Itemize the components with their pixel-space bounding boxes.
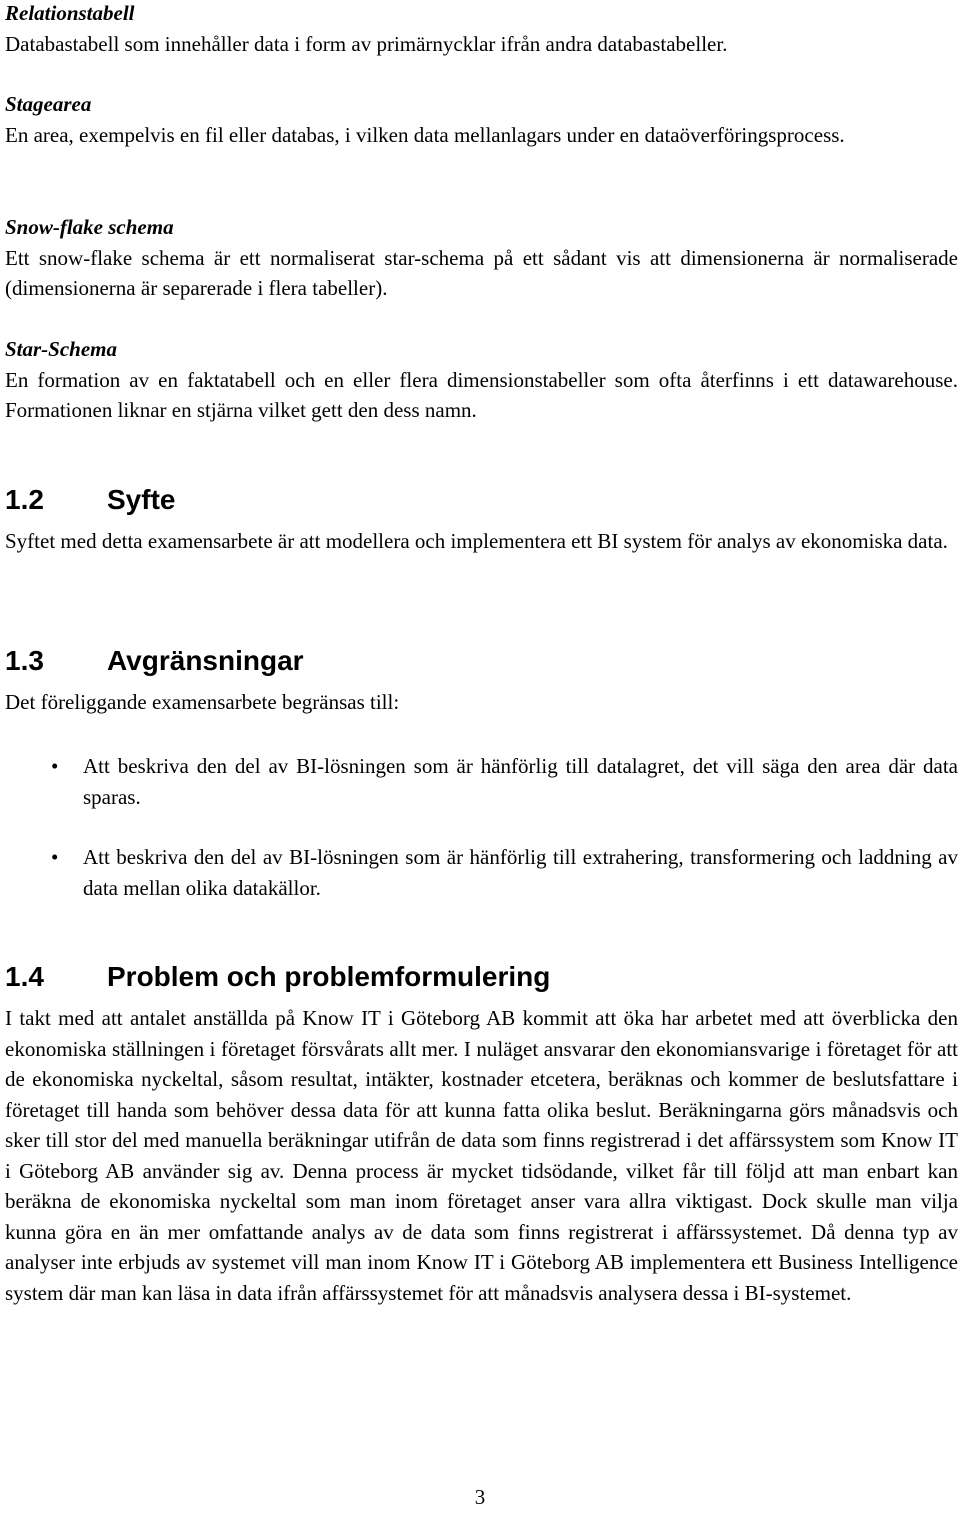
glossary-term: Stagearea bbox=[5, 92, 92, 116]
glossary-term: Relationstabell bbox=[5, 1, 135, 25]
glossary-entry-snow-flake: Snow-flake schema Ett snow-flake schema … bbox=[5, 212, 958, 304]
glossary-definition: Databastabell som innehåller data i form… bbox=[5, 31, 728, 56]
section-body-problem: I takt med att antalet anställda på Know… bbox=[5, 1003, 958, 1308]
section-title: Syfte bbox=[107, 484, 176, 515]
section-number: 1.3 bbox=[5, 645, 44, 676]
section-heading-avgransningar: 1.3 Avgränsningar bbox=[5, 645, 304, 677]
glossary-definition: En area, exempelvis en fil eller databas… bbox=[5, 122, 845, 147]
list-item: • Att beskriva den del av BI-lösningen s… bbox=[51, 842, 958, 903]
glossary-definition: En formation av en faktatabell och en el… bbox=[5, 367, 958, 423]
section-body-syfte: Syftet med detta examensarbete är att mo… bbox=[5, 526, 958, 557]
paragraph: Syftet med detta examensarbete är att mo… bbox=[5, 529, 948, 553]
paragraph: I takt med att antalet anställda på Know… bbox=[5, 1006, 958, 1305]
glossary-definition: Ett snow-flake schema är ett normalisera… bbox=[5, 245, 958, 301]
section-intro-avgransningar: Det föreliggande examensarbete begränsas… bbox=[5, 687, 958, 718]
glossary-entry-stagearea: Stagearea En area, exempelvis en fil ell… bbox=[5, 89, 958, 150]
paragraph: Det föreliggande examensarbete begränsas… bbox=[5, 690, 400, 714]
section-title: Avgränsningar bbox=[107, 645, 304, 676]
glossary-term: Snow-flake schema bbox=[5, 215, 174, 239]
glossary-entry-relationstabell: Relationstabell Databastabell som innehå… bbox=[5, 0, 958, 59]
section-title: Problem och problemformulering bbox=[107, 961, 551, 992]
list-item: • Att beskriva den del av BI-lösningen s… bbox=[51, 751, 958, 812]
list-item-text: Att beskriva den del av BI-lösningen som… bbox=[83, 754, 958, 809]
bullet-icon: • bbox=[51, 845, 59, 869]
glossary-entry-star-schema: Star-Schema En formation av en faktatabe… bbox=[5, 334, 958, 426]
list-item-text: Att beskriva den del av BI-lösningen som… bbox=[83, 845, 958, 900]
section-number: 1.4 bbox=[5, 961, 44, 992]
section-heading-problem: 1.4 Problem och problemformulering bbox=[5, 961, 550, 993]
section-heading-syfte: 1.2 Syfte bbox=[5, 484, 175, 516]
glossary-term: Star-Schema bbox=[5, 337, 118, 361]
bullet-icon: • bbox=[51, 754, 59, 778]
section-number: 1.2 bbox=[5, 484, 44, 515]
